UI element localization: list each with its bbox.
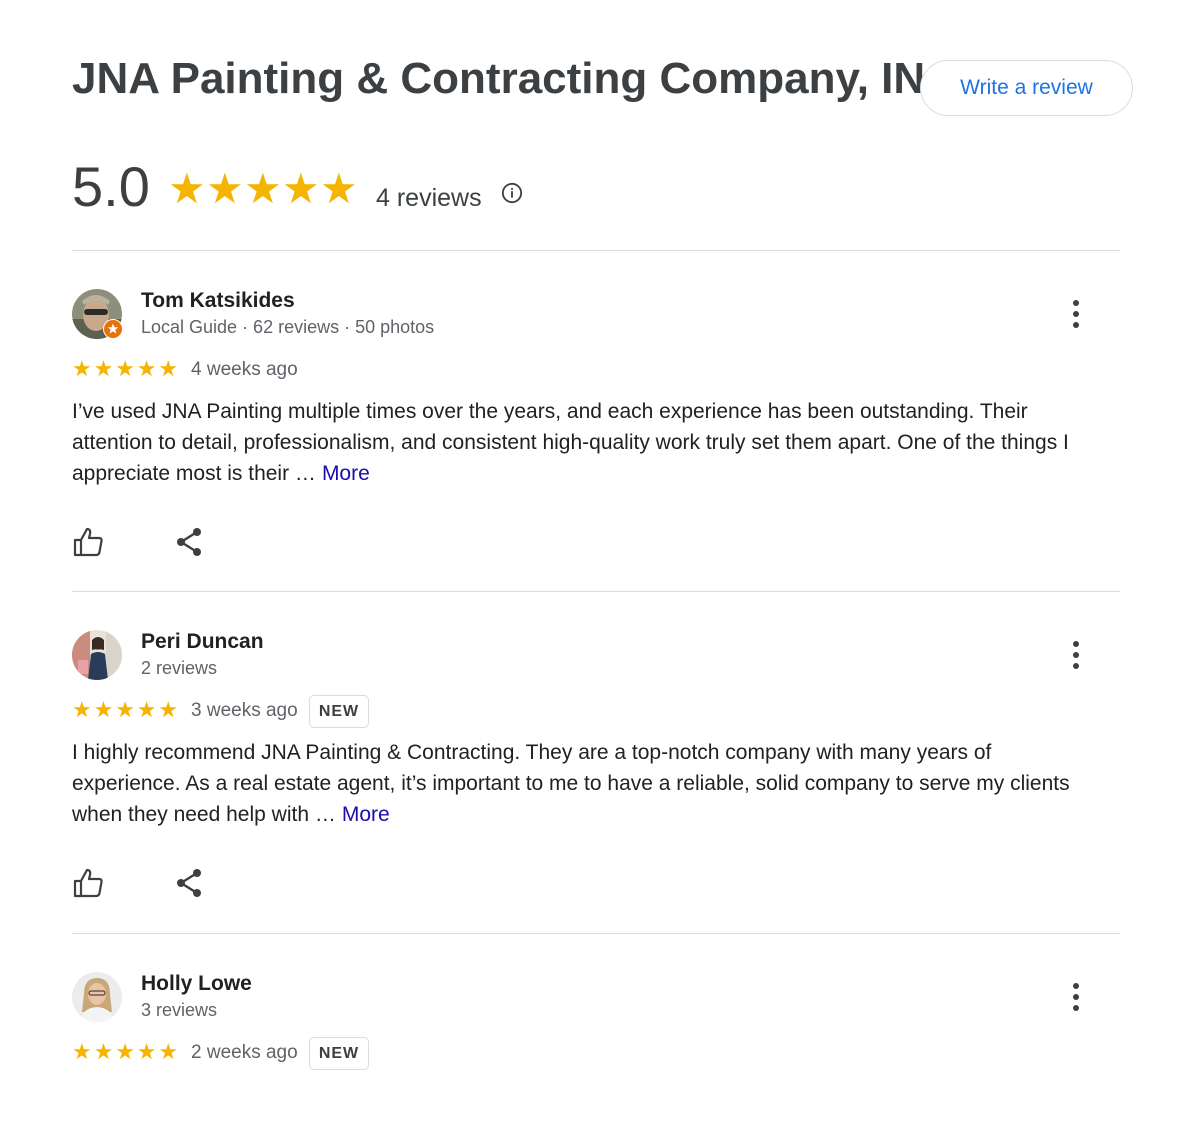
review-star-rating: ★ ★ ★ ★ ★: [72, 356, 180, 382]
star-icon: ★: [320, 165, 358, 212]
star-icon: ★: [158, 356, 179, 381]
review-star-rating: ★ ★ ★ ★ ★: [72, 1039, 180, 1065]
review-card: Holly Lowe 3 reviews ★ ★ ★ ★ ★ 2 weeks a…: [72, 972, 1120, 1092]
star-icon: ★: [93, 697, 114, 722]
star-icon: ★: [136, 697, 157, 722]
review-rating-row: ★ ★ ★ ★ ★ 3 weeks ago NEW: [72, 695, 672, 728]
star-icon: ★: [244, 165, 282, 212]
average-score: 5.0: [72, 155, 150, 218]
review-body: I’ve used JNA Painting multiple times ov…: [72, 400, 1069, 485]
thumbs-up-icon[interactable]: [72, 866, 106, 900]
star-icon: ★: [93, 1039, 114, 1064]
star-icon: ★: [115, 1039, 135, 1064]
review-date: 3 weeks ago: [191, 700, 298, 721]
review-rating-row: ★ ★ ★ ★ ★ 2 weeks ago NEW: [72, 1037, 672, 1070]
business-name: JNA Painting & Contracting Company, INC: [72, 54, 957, 103]
info-icon[interactable]: [501, 182, 523, 204]
avatar[interactable]: [72, 630, 122, 680]
star-icon: ★: [206, 165, 244, 212]
share-icon[interactable]: [172, 866, 206, 900]
business-header: JNA Painting & Contracting Company, INC …: [72, 52, 1134, 118]
reviewer-meta: Local Guide · 62 reviews · 50 photos: [141, 317, 435, 337]
more-link[interactable]: More: [322, 462, 370, 485]
star-icon: ★: [158, 1039, 179, 1064]
review-card: Tom Katsikides Local Guide · 62 reviews …: [72, 289, 1120, 571]
reviewer-name[interactable]: Peri Duncan: [141, 629, 264, 655]
star-icon: ★: [158, 697, 179, 722]
star-icon: ★: [115, 697, 135, 722]
review-text: I highly recommend JNA Painting & Contra…: [72, 737, 1082, 830]
star-icon: ★: [72, 356, 92, 381]
average-star-rating: ★ ★ ★ ★ ★: [168, 166, 358, 212]
new-badge: NEW: [309, 695, 369, 728]
divider: [72, 250, 1120, 251]
star-icon: ★: [93, 356, 114, 381]
divider: [72, 933, 1120, 934]
star-icon: ★: [282, 165, 320, 212]
review-actions: [72, 866, 212, 900]
review-body: I highly recommend JNA Painting & Contra…: [72, 741, 1070, 826]
more-link[interactable]: More: [342, 803, 390, 826]
star-icon: ★: [115, 356, 135, 381]
share-icon[interactable]: [172, 525, 206, 559]
rating-summary: 5.0 ★ ★ ★ ★ ★ 4 reviews: [72, 152, 672, 222]
avatar[interactable]: [72, 972, 122, 1022]
total-review-count: 4 reviews: [376, 184, 482, 212]
write-review-button[interactable]: Write a review: [920, 60, 1133, 116]
star-icon: ★: [72, 697, 92, 722]
reviewer-name[interactable]: Holly Lowe: [141, 971, 252, 997]
star-icon: ★: [72, 1039, 92, 1064]
reviewer-meta: 3 reviews: [141, 1000, 218, 1020]
review-date: 4 weeks ago: [191, 359, 298, 380]
star-icon: ★: [168, 165, 206, 212]
new-badge: NEW: [309, 1037, 369, 1070]
thumbs-up-icon[interactable]: [72, 525, 106, 559]
review-text: I’ve used JNA Painting multiple times ov…: [72, 396, 1082, 489]
review-rating-row: ★ ★ ★ ★ ★ 4 weeks ago: [72, 355, 672, 385]
star-icon: ★: [136, 356, 157, 381]
star-icon: ★: [136, 1039, 157, 1064]
reviewer-meta: 2 reviews: [141, 658, 218, 678]
reviewer-name[interactable]: Tom Katsikides: [141, 288, 295, 314]
local-guide-badge-icon: [103, 319, 123, 339]
more-vert-icon[interactable]: [1062, 982, 1090, 1012]
review-date: 2 weeks ago: [191, 1042, 298, 1063]
more-vert-icon[interactable]: [1062, 640, 1090, 670]
review-card: Peri Duncan 2 reviews ★ ★ ★ ★ ★ 3 weeks …: [72, 630, 1120, 912]
review-actions: [72, 525, 212, 559]
more-vert-icon[interactable]: [1062, 299, 1090, 329]
review-star-rating: ★ ★ ★ ★ ★: [72, 697, 180, 723]
divider: [72, 591, 1120, 592]
